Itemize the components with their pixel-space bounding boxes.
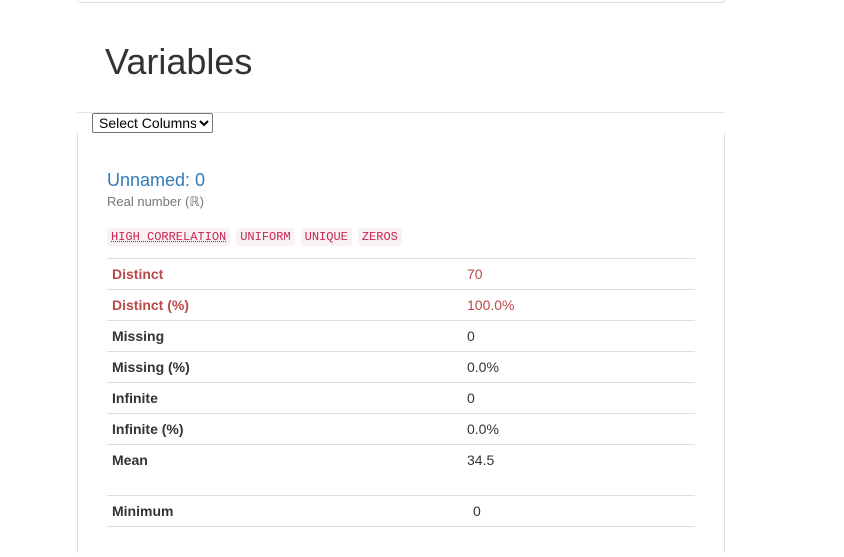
stat-row-missing-pct: Missing (%) 0.0% xyxy=(107,352,695,383)
select-columns-dropdown[interactable]: Select Columns xyxy=(92,113,213,133)
spacer-cell xyxy=(462,475,695,496)
stat-label: Mean xyxy=(107,445,462,476)
variable-name-link[interactable]: Unnamed: 0 xyxy=(107,170,205,190)
stat-value: 70 xyxy=(462,259,695,290)
stat-value: 0.0% xyxy=(462,352,695,383)
badge-uniform: UNIFORM xyxy=(236,228,294,246)
stat-row-infinite: Infinite 0 xyxy=(107,383,695,414)
stat-label: Distinct xyxy=(107,259,462,290)
stat-value: 34.5 xyxy=(462,445,695,476)
stat-row-mean: Mean 34.5 xyxy=(107,445,695,476)
badge-zeros: ZEROS xyxy=(358,228,402,246)
stat-label: Distinct (%) xyxy=(107,290,462,321)
stat-label: Infinite (%) xyxy=(107,414,462,445)
stat-value: 0 xyxy=(462,321,695,352)
stat-value: 0 xyxy=(462,496,695,527)
section-title: Variables xyxy=(105,40,252,84)
stat-value: 100.0% xyxy=(462,290,695,321)
badge-unique: UNIQUE xyxy=(301,228,352,246)
stat-label: Infinite xyxy=(107,383,462,414)
stat-label xyxy=(107,527,462,557)
stat-label: Minimum xyxy=(107,496,462,527)
stat-row-next xyxy=(107,527,695,557)
variable-stats-table: Distinct 70 Distinct (%) 100.0% Missing … xyxy=(107,258,695,557)
stat-row-minimum: Minimum 0 xyxy=(107,496,695,527)
variable-badges: HIGH CORRELATION UNIFORM UNIQUE ZEROS xyxy=(107,228,402,246)
stat-value: 0 xyxy=(462,383,695,414)
stat-spacer xyxy=(107,475,695,496)
previous-section-panel xyxy=(77,0,725,3)
stat-row-distinct-pct: Distinct (%) 100.0% xyxy=(107,290,695,321)
spacer-cell xyxy=(107,475,462,496)
stat-value xyxy=(462,527,695,557)
stat-label: Missing xyxy=(107,321,462,352)
stat-label: Missing (%) xyxy=(107,352,462,383)
stat-row-missing: Missing 0 xyxy=(107,321,695,352)
badge-high-correlation[interactable]: HIGH CORRELATION xyxy=(107,228,230,246)
stat-row-infinite-pct: Infinite (%) 0.0% xyxy=(107,414,695,445)
variable-type: Real number (ℝ) xyxy=(107,194,204,210)
stat-value: 0.0% xyxy=(462,414,695,445)
stat-row-distinct: Distinct 70 xyxy=(107,259,695,290)
